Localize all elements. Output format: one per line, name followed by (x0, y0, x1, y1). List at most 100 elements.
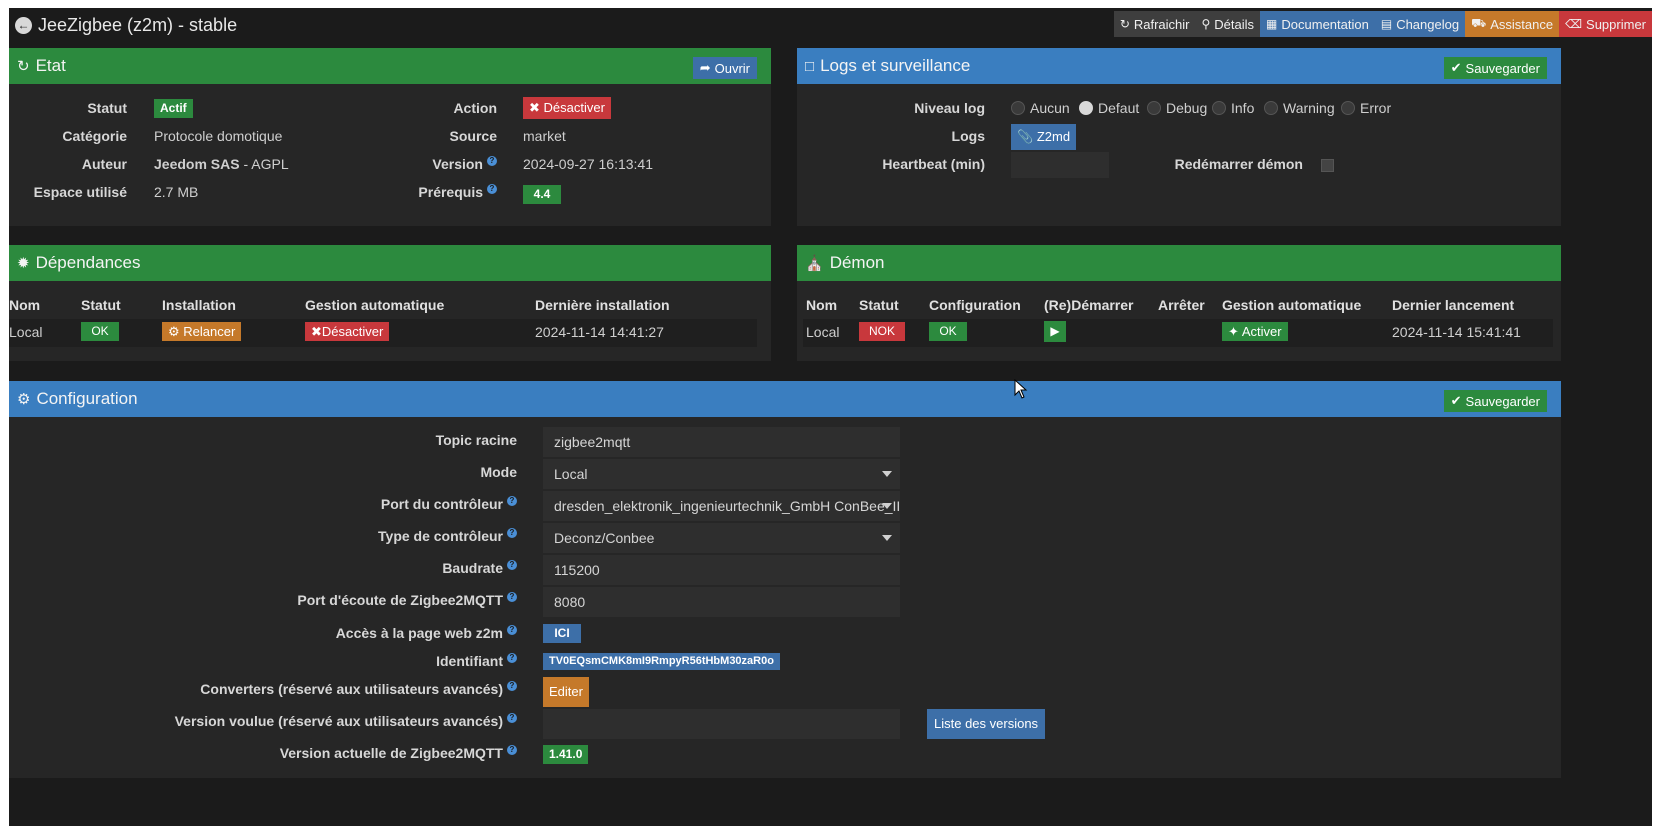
radio-defaut[interactable]: Defaut (1079, 100, 1139, 116)
radio-info[interactable]: Info (1212, 100, 1254, 116)
logs-title: Logs et surveillance (820, 56, 971, 75)
radio-aucun[interactable]: Aucun (1011, 100, 1070, 116)
help-icon[interactable]: ? (507, 560, 517, 570)
open-button[interactable]: ➦ Ouvrir (692, 57, 757, 79)
demon-panel: ⛪ Démon Nom Statut Configuration (Re)Dém… (797, 245, 1561, 361)
dep-col-nom: Nom (9, 297, 41, 313)
voulue-label-wrap: Version voulue (réservé aux utilisateurs… (9, 713, 517, 729)
details-button[interactable]: ⚲ Détails (1195, 11, 1261, 37)
type-label-wrap: Type de contrôleur? (9, 528, 517, 544)
version-label-wrap: Version? (369, 156, 497, 172)
demon-col-configuration: Configuration (929, 297, 1021, 313)
certificate-icon: ✹ (17, 255, 30, 272)
documentation-button[interactable]: ▦ Documentation (1260, 11, 1375, 37)
configuration-title: Configuration (36, 389, 138, 408)
refresh-icon: ↻ (1119, 17, 1130, 31)
play-button[interactable]: ▶ (1044, 321, 1066, 342)
chevron-down-icon (882, 471, 892, 477)
dependances-header: ✹ Dépendances (9, 245, 771, 281)
radio-label: Warning (1283, 100, 1335, 116)
dep-deactivate-button[interactable]: ✖Désactiver (305, 322, 390, 341)
help-icon[interactable]: ? (507, 713, 517, 723)
help-icon[interactable]: ? (487, 156, 497, 166)
acces-label-wrap: Accès à la page web z2m? (9, 625, 517, 641)
web-page-link[interactable]: ICI (543, 624, 581, 643)
help-icon[interactable]: ? (487, 184, 497, 194)
heartbeat-input[interactable] (1011, 152, 1109, 178)
baud-input[interactable]: 115200 (543, 555, 900, 585)
help-icon[interactable]: ? (507, 496, 517, 506)
ecoute-label-wrap: Port d'écoute de Zigbee2MQTT? (9, 592, 517, 608)
help-icon[interactable]: ? (507, 681, 517, 691)
refresh-button[interactable]: ↻ Rafraichir (1113, 11, 1196, 37)
radio-error[interactable]: Error (1341, 100, 1391, 116)
demon-dernier: 2024-11-14 15:41:41 (1392, 324, 1521, 340)
dep-col-gestion: Gestion automatique (305, 297, 445, 313)
help-icon[interactable]: ? (507, 625, 517, 635)
paperclip-icon: 📎 (1017, 129, 1034, 144)
delete-button[interactable]: ⌫ Supprimer (1559, 11, 1652, 37)
dep-nom: Local (9, 324, 43, 340)
details-label: Détails (1214, 16, 1255, 32)
changelog-button[interactable]: ▤ Changelog (1374, 11, 1466, 37)
demon-col-redemarrer: (Re)Démarrer (1044, 297, 1134, 313)
play-icon: ▶ (1050, 324, 1060, 338)
restart-checkbox[interactable] (1321, 159, 1334, 172)
assistance-button[interactable]: ⛟ Assistance (1465, 11, 1560, 37)
z2md-log-button[interactable]: 📎 Z2md (1011, 124, 1077, 150)
relancer-button[interactable]: ⚙ Relancer (162, 322, 242, 341)
dep-statut-badge: OK (81, 322, 119, 341)
help-icon[interactable]: ? (507, 528, 517, 538)
config-save-label: Sauvegarder (1465, 393, 1540, 409)
activate-button[interactable]: ✦ Activer (1222, 322, 1288, 341)
radio-debug[interactable]: Debug (1147, 100, 1207, 116)
logs-save-button[interactable]: ✔ Sauvegarder (1443, 57, 1547, 79)
baud-label-wrap: Baudrate? (9, 560, 517, 576)
deactivate-button[interactable]: ✖ Désactiver (523, 97, 611, 119)
bank-icon: ⛪ (805, 255, 824, 272)
version-list-button[interactable]: Liste des versions (927, 709, 1046, 739)
radio-label: Aucun (1030, 100, 1070, 116)
help-icon[interactable]: ? (507, 592, 517, 602)
dep-col-installation: Installation (162, 297, 236, 313)
baud-label: Baudrate (442, 560, 503, 576)
edit-converters-button[interactable]: Editer (543, 677, 589, 707)
refresh-label: Rafraichir (1133, 16, 1190, 32)
mode-select[interactable]: Local (543, 459, 900, 489)
ecoute-input[interactable]: 8080 (543, 587, 900, 617)
dep-deactivate-label: Désactiver (321, 324, 384, 339)
dependances-panel: ✹ Dépendances Nom Statut Installation Ge… (9, 245, 771, 361)
version-voulue-input[interactable] (543, 709, 900, 739)
open-label: Ouvrir (714, 60, 750, 76)
mode-value: Local (554, 466, 588, 482)
radio-label: Info (1231, 100, 1255, 116)
type-value: Deconz/Conbee (554, 530, 655, 546)
help-icon[interactable]: ? (507, 745, 517, 755)
config-save-button[interactable]: ✔ Sauvegarder (1443, 390, 1547, 412)
radio-dot-selected (1079, 101, 1093, 115)
identifier-badge: TV0EQsmCMK8mI9RmpyR56tHbM30zaR0o (543, 653, 780, 670)
topic-input[interactable]: zigbee2mqtt (543, 427, 900, 457)
type-label: Type de contrôleur (378, 528, 503, 544)
close-icon: ✖ (311, 324, 322, 339)
port-select[interactable]: dresden_elektronik_ingenieurtechnik_GmbH… (543, 491, 900, 521)
demon-nom: Local (806, 324, 840, 340)
help-icon[interactable]: ? (507, 653, 517, 663)
radio-dot (1341, 101, 1355, 115)
activate-label: Activer (1241, 324, 1282, 339)
type-select[interactable]: Deconz/Conbee (543, 523, 900, 553)
etat-header: ↻ Etat ➦ Ouvrir (9, 48, 771, 84)
demon-col-nom: Nom (806, 297, 838, 313)
relancer-label: Relancer (183, 324, 236, 339)
back-arrow-icon[interactable]: ← (15, 17, 32, 34)
radio-label: Debug (1166, 100, 1208, 116)
heartbeat-label: Heartbeat (min) (882, 156, 985, 172)
z2md-label: Z2md (1036, 129, 1071, 144)
page-title: ← JeeZigbee (z2m) - stable (15, 15, 237, 36)
prerequis-label-wrap: Prérequis? (369, 184, 497, 200)
actuelle-label: Version actuelle de Zigbee2MQTT (279, 745, 503, 761)
current-version-badge: 1.41.0 (543, 745, 589, 764)
conv-label-wrap: Converters (réservé aux utilisateurs ava… (9, 681, 517, 697)
auteur-license: - AGPL (239, 156, 289, 172)
radio-warning[interactable]: Warning (1264, 100, 1335, 116)
